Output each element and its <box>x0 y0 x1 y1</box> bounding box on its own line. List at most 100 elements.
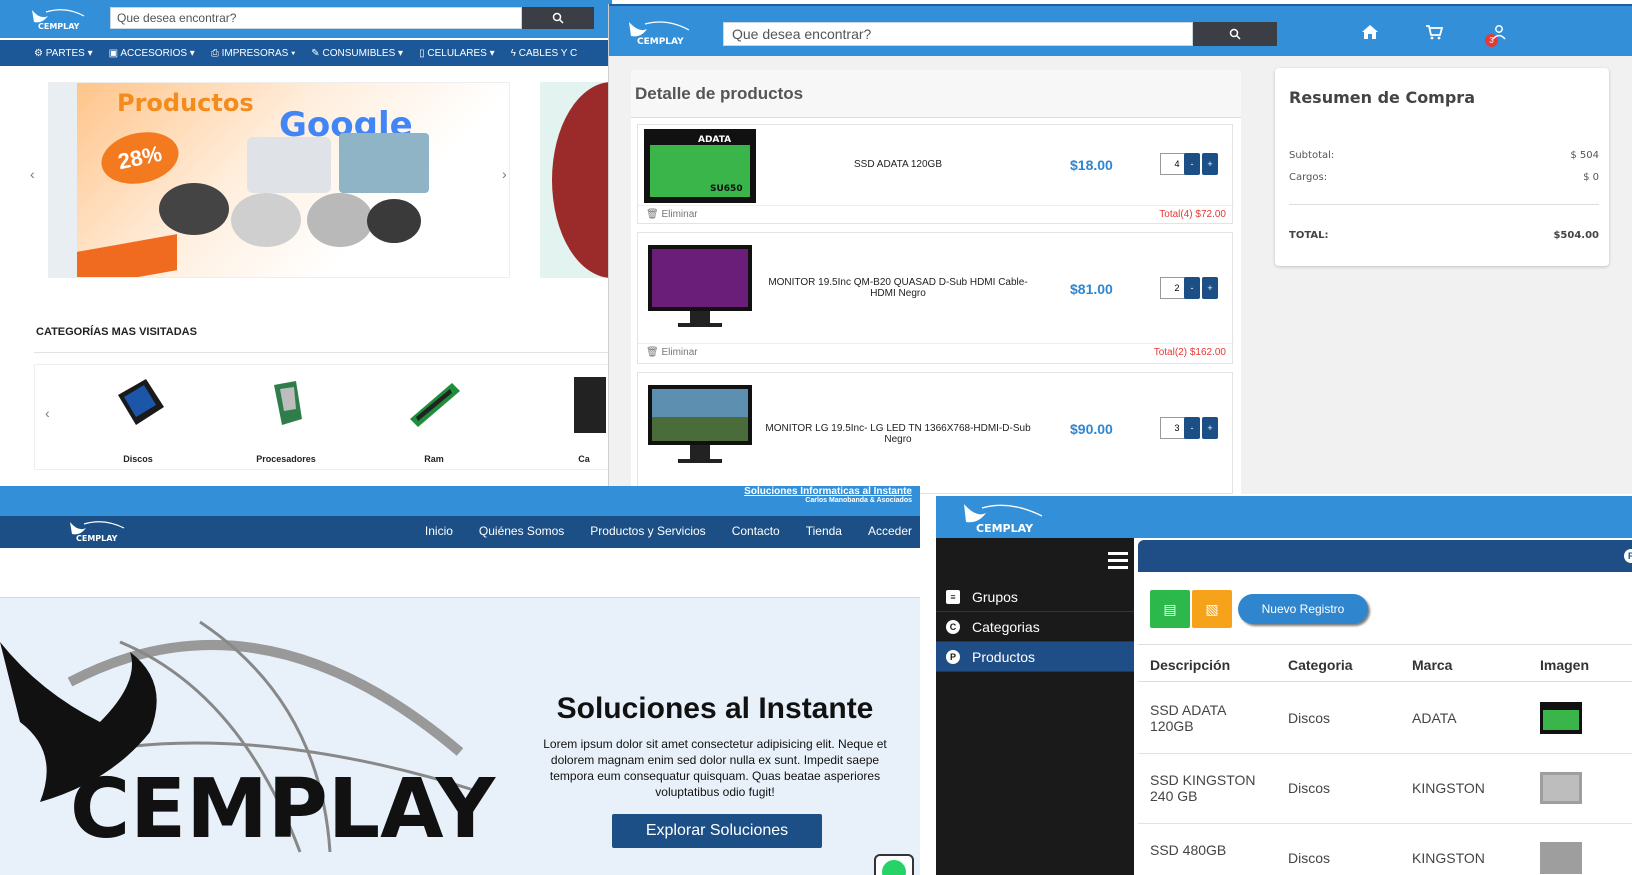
carousel-next-icon[interactable]: › <box>502 166 507 182</box>
banner-edge <box>49 83 77 277</box>
category-label: Procesadores <box>256 454 316 464</box>
nav-accesorios[interactable]: ▣ ACCESORIOS ▾ <box>109 48 195 59</box>
category-ram[interactable]: Ram <box>389 373 479 464</box>
monitor-lg-image <box>648 385 752 463</box>
new-record-button[interactable]: Nuevo Registro <box>1238 594 1368 624</box>
cell-category: Discos <box>1288 710 1331 726</box>
order-summary: Resumen de Compra Subtotal: $ 504 Cargos… <box>1275 68 1609 266</box>
search-button[interactable] <box>522 7 594 29</box>
case-icon <box>574 377 606 433</box>
table-row[interactable]: SSD 480GB Discos KINGSTON <box>1138 824 1632 875</box>
main-nav: CEMPLAY Inicio Quiénes Somos Productos y… <box>0 516 920 548</box>
increase-button[interactable]: + <box>1202 277 1218 299</box>
column-header[interactable]: Categoria <box>1288 657 1353 673</box>
increase-button[interactable]: + <box>1202 417 1218 439</box>
cemplay-logo[interactable]: CEMPLAY <box>623 18 695 46</box>
speaker-image <box>159 183 229 235</box>
cemplay-logo[interactable]: CEMPLAY <box>958 500 1050 534</box>
nav-productos-servicios[interactable]: Productos y Servicios <box>590 524 705 538</box>
product-thumbnail <box>1540 702 1582 734</box>
decrease-button[interactable]: - <box>1184 417 1200 439</box>
column-header[interactable]: Marca <box>1412 657 1452 673</box>
product-thumbnail <box>1540 842 1582 874</box>
category-cases[interactable]: Ca <box>539 373 612 464</box>
cell-brand: KINGSTON <box>1412 780 1485 796</box>
nav-label: IMPRESORAS <box>221 47 289 59</box>
remove-label: Eliminar <box>661 209 698 220</box>
nav-cables[interactable]: ϟ CABLES Y C <box>511 48 578 59</box>
decrease-button[interactable]: - <box>1184 277 1200 299</box>
banner-title: Productos <box>117 89 254 117</box>
cell-description: SSD KINGSTON 240 GB <box>1150 772 1256 804</box>
detail-title: Detalle de productos <box>635 84 804 103</box>
monitor-quasad-image <box>648 245 752 327</box>
categories-carousel: ‹ Discos Procesadores Ram Ca <box>34 364 612 470</box>
nav-contacto[interactable]: Contacto <box>732 524 780 538</box>
admin-panel: CEMPLAY ≡ Grupos C Categorias P Producto… <box>936 496 1632 875</box>
sidebar-item-productos[interactable]: P Productos <box>936 642 1134 672</box>
increase-button[interactable]: + <box>1202 153 1218 175</box>
product-p-icon: P <box>946 650 960 664</box>
item-total: Total(4) $72.00 <box>1159 209 1226 220</box>
decrease-button[interactable]: - <box>1184 153 1200 175</box>
item-name: MONITOR LG 19.5Inc- LG LED TN 1366X768-H… <box>765 423 1031 445</box>
remove-button[interactable]: 🗑 Eliminar <box>646 209 698 220</box>
svg-text:CEMPLAY: CEMPLAY <box>76 534 118 543</box>
nav-partes[interactable]: ⚙ PARTES ▾ <box>34 48 93 59</box>
promo-banner[interactable]: Productos Google 28% <box>48 82 510 278</box>
nav-quienes-somos[interactable]: Quiénes Somos <box>479 524 564 538</box>
profile-icon[interactable]: P <box>1624 549 1632 563</box>
whatsapp-button[interactable] <box>874 854 914 875</box>
layers-icon: ≡ <box>946 590 960 604</box>
category-label: Ram <box>424 454 444 464</box>
cell-description: SSD 480GB <box>1150 842 1227 858</box>
export-pdf-button[interactable]: ▧ <box>1192 590 1232 628</box>
nav-impresoras[interactable]: ⎙ IMPRESORAS ▾ <box>211 48 295 59</box>
nav-celulares[interactable]: ▯ CELULARES ▾ <box>419 48 495 59</box>
cemplay-logo[interactable]: CEMPLAY <box>26 6 90 32</box>
remove-button[interactable]: 🗑 Eliminar <box>646 347 698 358</box>
export-excel-button[interactable]: ▤ <box>1150 590 1190 628</box>
whatsapp-icon <box>882 860 906 875</box>
hero-text: Lorem ipsum dolor sit amet consectetur a… <box>543 737 887 799</box>
category-discos[interactable]: Discos <box>93 373 183 464</box>
ram-icon <box>410 383 460 427</box>
cell-category: Discos <box>1288 780 1331 796</box>
sidebar-item-categorias[interactable]: C Categorias <box>936 612 1134 642</box>
nav-acceder[interactable]: Acceder <box>868 524 912 538</box>
sidebar-item-grupos[interactable]: ≡ Grupos <box>936 582 1134 612</box>
cart-icon[interactable] <box>1425 24 1443 40</box>
table-row[interactable]: SSD KINGSTON 240 GB Discos KINGSTON <box>1138 754 1632 824</box>
cemplay-logo[interactable]: CEMPLAY <box>66 518 130 544</box>
search-button[interactable] <box>1193 22 1277 46</box>
explore-solutions-button[interactable]: Explorar Soluciones <box>612 814 822 848</box>
column-header[interactable]: Imagen <box>1540 657 1589 673</box>
category-label: Discos <box>123 454 153 464</box>
home-icon[interactable] <box>1361 24 1379 40</box>
category-procesadores[interactable]: Procesadores <box>241 373 331 464</box>
hamburger-menu-icon[interactable] <box>1108 552 1128 573</box>
nav-consumibles[interactable]: ✎ CONSUMIBLES ▾ <box>311 48 403 59</box>
categories-prev-icon[interactable]: ‹ <box>45 405 50 421</box>
user-icon[interactable] <box>1491 24 1507 40</box>
carousel-prev-icon[interactable]: ‹ <box>30 166 35 182</box>
top-strip: Soluciones Informaticas al Instante Carl… <box>0 486 920 516</box>
search-input[interactable]: Que desea encontrar? <box>110 7 522 29</box>
cell-brand: KINGSTON <box>1412 850 1485 866</box>
tagline-line1: Soluciones Informaticas al Instante <box>744 486 912 497</box>
divider <box>638 343 1234 344</box>
search-icon <box>552 12 564 24</box>
next-banner-preview <box>540 82 612 278</box>
cell-brand: ADATA <box>1412 710 1457 726</box>
table-row[interactable]: SSD ADATA 120GB Discos ADATA <box>1138 684 1632 754</box>
nav-label: CELULARES <box>427 47 487 59</box>
svg-text:CEMPLAY: CEMPLAY <box>976 522 1034 534</box>
divider <box>638 205 1234 206</box>
column-header[interactable]: Descripción <box>1150 657 1230 673</box>
search-input[interactable]: Que desea encontrar? <box>723 22 1193 46</box>
product-thumbnail <box>1540 772 1582 804</box>
top-bar: CEMPLAY Que desea encontrar? 3 <box>609 4 1632 56</box>
nav-tienda[interactable]: Tienda <box>806 524 842 538</box>
remove-label: Eliminar <box>661 347 698 358</box>
nav-inicio[interactable]: Inicio <box>425 524 453 538</box>
